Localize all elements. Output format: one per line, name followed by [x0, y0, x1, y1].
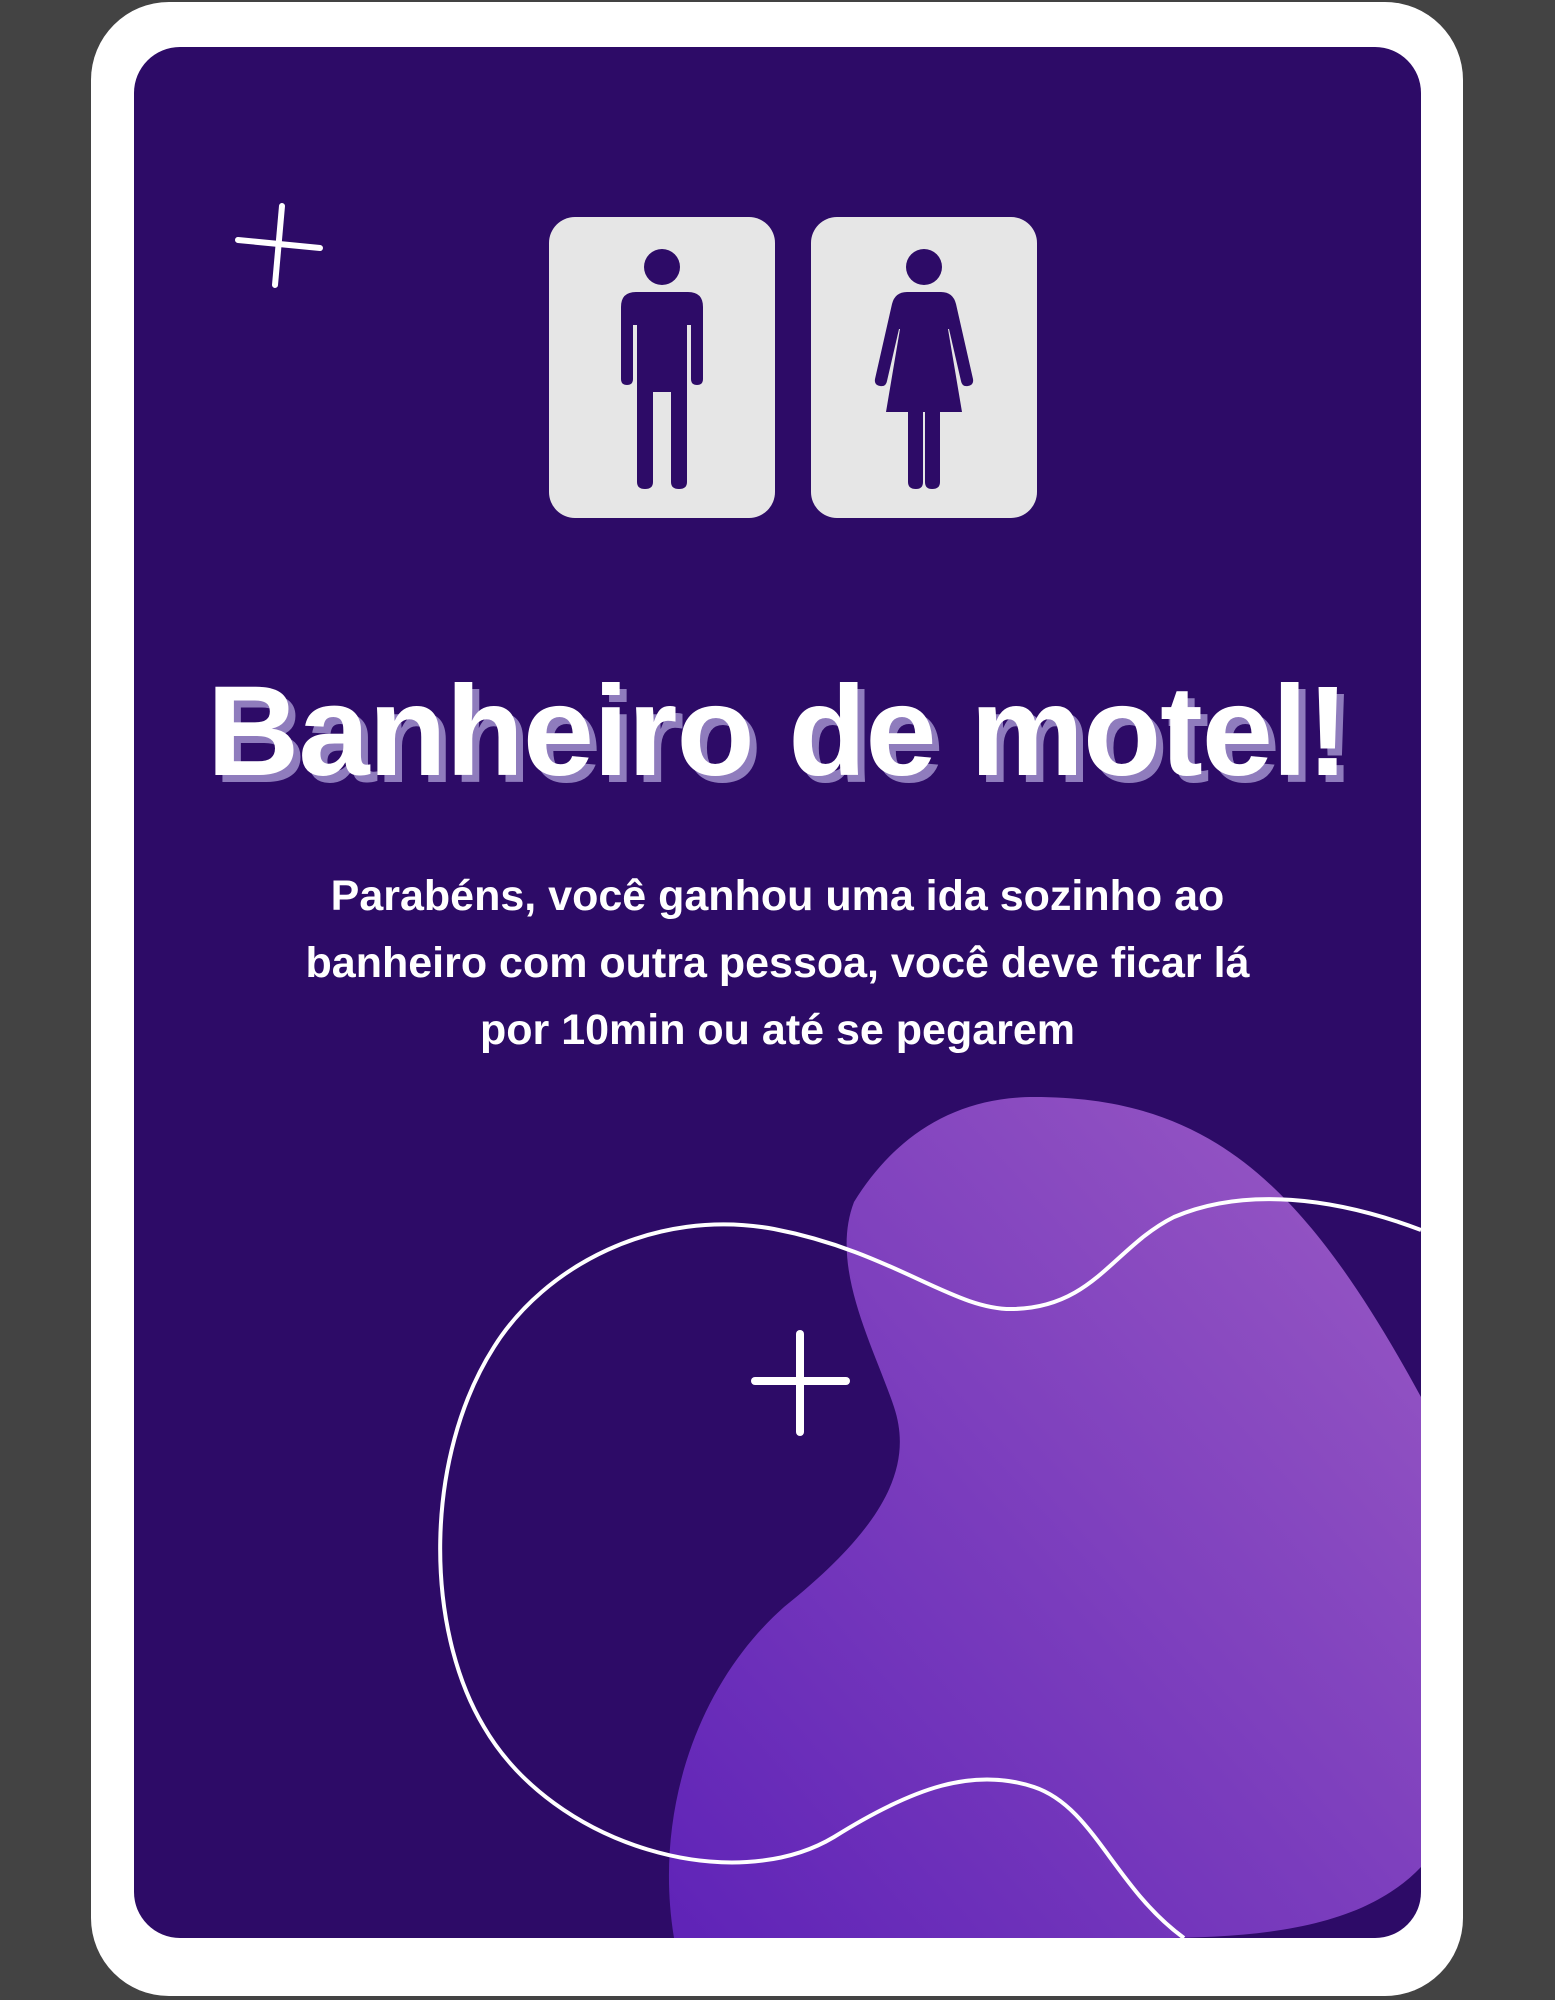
female-restroom-sign [811, 217, 1037, 518]
card-description: Parabéns, você ganhou uma ida sozinho ao… [305, 872, 1250, 1054]
female-restroom-icon [874, 249, 974, 489]
card: Banheiro de motel! Parabéns, você ganhou… [134, 47, 1421, 1938]
plus-sparkle-icon [235, 203, 323, 288]
male-restroom-icon [621, 249, 703, 489]
purple-blob [668, 1097, 1421, 1938]
male-restroom-sign [549, 217, 775, 518]
card-title: Banheiro de motel! [206, 660, 1349, 803]
plus-sparkle-icon [751, 1330, 850, 1436]
